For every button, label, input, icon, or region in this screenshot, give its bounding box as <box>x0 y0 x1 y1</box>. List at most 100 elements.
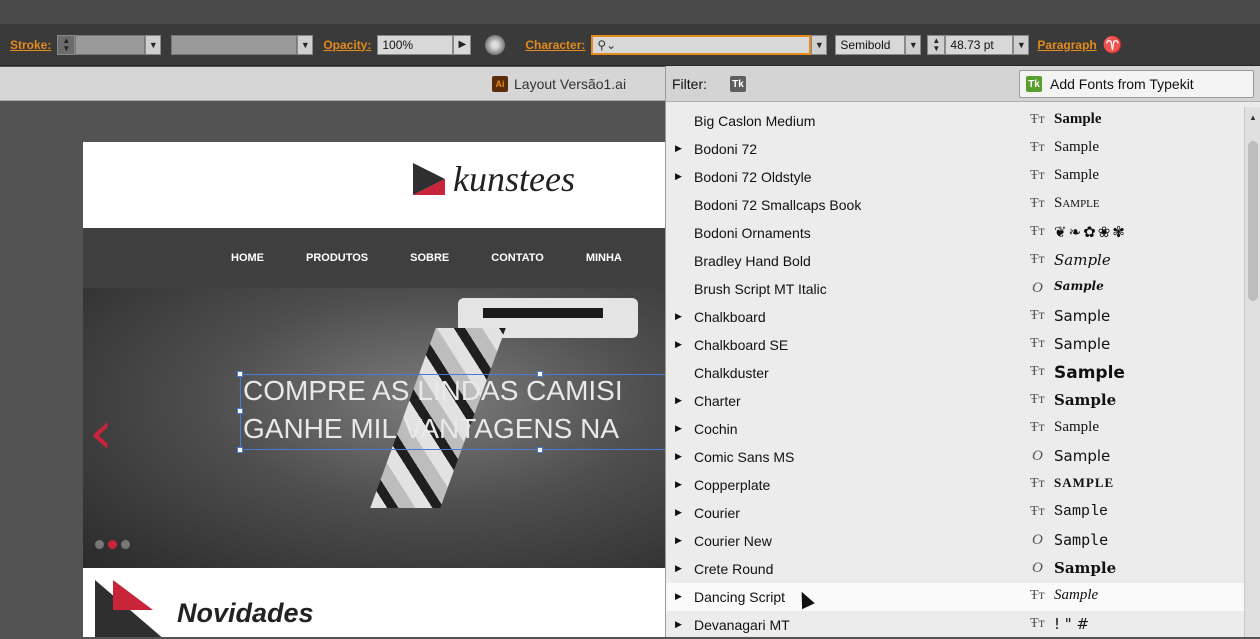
font-name: Charter <box>694 393 741 409</box>
font-list-item[interactable]: Bradley Hand Bold Ŧт Sample <box>666 247 1244 275</box>
nav-item-home[interactable]: HOME <box>231 252 264 264</box>
font-list-item[interactable]: ▶ Charter Ŧт Sample <box>666 387 1244 415</box>
font-search-input[interactable]: ⚲⌄ <box>591 34 812 55</box>
font-name: Chalkduster <box>694 365 769 381</box>
search-icon: ⚲⌄ <box>597 37 617 52</box>
font-size-stepper[interactable]: ▲ ▼ <box>927 34 946 55</box>
logo-text: kunstees <box>453 159 575 199</box>
nav-item-sobre[interactable]: SOBRE <box>410 252 449 264</box>
truetype-font-icon: Ŧт <box>1030 392 1045 407</box>
text-selection-box[interactable] <box>240 374 665 450</box>
add-fonts-typekit-button[interactable]: Tk Add Fonts from Typekit <box>1019 70 1254 98</box>
typekit-filter-icon[interactable]: Tk <box>730 76 746 92</box>
control-bar: Stroke: ▲ ▼ ▼ ▼ Opacity: 100% ▶ Character… <box>0 24 1260 66</box>
font-list-item[interactable]: Bodoni 72 Smallcaps Book Ŧт Sample <box>666 191 1244 219</box>
expand-triangle-icon[interactable]: ▶ <box>675 479 682 490</box>
stroke-stepper[interactable]: ▲ ▼ <box>57 34 76 55</box>
expand-triangle-icon[interactable]: ▶ <box>675 171 682 182</box>
selection-handle[interactable] <box>237 408 243 414</box>
expand-triangle-icon[interactable]: ▶ <box>675 591 682 602</box>
expand-triangle-icon[interactable]: ▶ <box>675 451 682 462</box>
font-list-item[interactable]: ▶ Comic Sans MS O Sample <box>666 443 1244 471</box>
font-sample: ❦❧✿❀✾ <box>1054 223 1127 241</box>
section-accent-icon <box>113 580 153 610</box>
character-label[interactable]: Character: <box>525 38 585 52</box>
font-sample: Sample <box>1054 587 1099 603</box>
font-sample: Sample <box>1054 111 1102 127</box>
font-list-item[interactable]: ▶ Crete Round O Sample <box>666 555 1244 583</box>
expand-triangle-icon[interactable]: ▶ <box>675 311 682 322</box>
variable-width-field[interactable] <box>171 34 298 55</box>
expand-triangle-icon[interactable]: ▶ <box>675 395 682 406</box>
font-name: Crete Round <box>694 561 774 577</box>
font-sample: Sample <box>1054 251 1111 269</box>
site-nav: HOME PRODUTOS SOBRE CONTATO MINHA <box>83 228 665 288</box>
font-family-dropdown[interactable]: ▼ <box>811 34 828 55</box>
paragraph-label[interactable]: Paragraph <box>1037 38 1096 52</box>
font-list-item[interactable]: ▶ Cochin Ŧт Sample <box>666 415 1244 443</box>
selection-handle[interactable] <box>537 371 543 377</box>
artboard[interactable]: kunstees HOME PRODUTOS SOBRE CONTATO MIN… <box>83 142 665 637</box>
canvas-area[interactable]: kunstees HOME PRODUTOS SOBRE CONTATO MIN… <box>0 102 665 637</box>
font-sample: Sample <box>1054 503 1109 520</box>
font-list-item[interactable]: Big Caslon Medium Ŧт Sample <box>666 107 1244 135</box>
font-list-item[interactable]: ▶ Devanagari MT Ŧт ! " # <box>666 611 1244 639</box>
font-list-item[interactable]: ▶ Chalkboard SE Ŧт Sample <box>666 331 1244 359</box>
opacity-label[interactable]: Opacity: <box>323 38 371 52</box>
nav-item-minha[interactable]: MINHA <box>586 252 622 264</box>
truetype-font-icon: Ŧт <box>1030 476 1045 491</box>
stroke-label[interactable]: Stroke: <box>10 38 51 52</box>
font-list-item[interactable]: Brush Script MT Italic O Sample <box>666 275 1244 303</box>
variable-width-dropdown[interactable]: ▼ <box>297 34 314 55</box>
carousel-dot-active[interactable] <box>108 540 117 549</box>
document-tab[interactable]: Ai Layout Versão1.ai <box>492 76 626 92</box>
font-list-item[interactable]: ▶ Copperplate Ŧт SAMPLE <box>666 471 1244 499</box>
expand-triangle-icon[interactable]: ▶ <box>675 423 682 434</box>
font-list-item[interactable]: ▶ Courier Ŧт Sample <box>666 499 1244 527</box>
opacity-slider-button[interactable]: ▶ <box>453 34 472 55</box>
font-filter-row: Filter: Tk Tk Add Fonts from Typekit <box>666 66 1260 102</box>
expand-triangle-icon[interactable]: ▶ <box>675 535 682 546</box>
stroke-weight-dropdown[interactable]: ▼ <box>145 34 162 55</box>
font-style-field[interactable]: Semibold <box>835 34 906 55</box>
recolor-icon[interactable] <box>485 34 506 55</box>
expand-triangle-icon[interactable]: ▶ <box>675 619 682 630</box>
nav-item-contato[interactable]: CONTATO <box>491 252 544 264</box>
nav-item-produtos[interactable]: PRODUTOS <box>306 252 368 264</box>
font-list-item[interactable]: ▶ Dancing Script Ŧт Sample <box>666 583 1244 611</box>
expand-triangle-icon[interactable]: ▶ <box>675 143 682 154</box>
truetype-font-icon: Ŧт <box>1030 224 1045 239</box>
font-list-scrollbar[interactable]: ▲ <box>1244 107 1260 637</box>
scroll-up-arrow[interactable]: ▲ <box>1249 113 1257 122</box>
font-list-item[interactable]: Chalkduster Ŧт Sample <box>666 359 1244 387</box>
font-list-item[interactable]: ▶ Courier New O Sample <box>666 527 1244 555</box>
scrollbar-thumb[interactable] <box>1248 141 1258 301</box>
expand-triangle-icon[interactable]: ▶ <box>675 507 682 518</box>
font-size-input[interactable]: 48.73 pt <box>945 34 1014 55</box>
expand-triangle-icon[interactable]: ▶ <box>675 563 682 574</box>
truetype-font-icon: Ŧт <box>1030 364 1045 379</box>
font-family-panel: Filter: Tk Tk Add Fonts from Typekit Big… <box>665 66 1260 637</box>
selection-handle[interactable] <box>237 447 243 453</box>
selection-handle[interactable] <box>237 371 243 377</box>
selection-handle[interactable] <box>537 447 543 453</box>
font-style-dropdown[interactable]: ▼ <box>905 34 922 55</box>
carousel-dot[interactable] <box>121 540 130 549</box>
chevron-left-icon[interactable]: ‹ <box>89 398 113 468</box>
font-list-item[interactable]: ▶ Bodoni 72 Oldstyle Ŧт Sample <box>666 163 1244 191</box>
font-name: Cochin <box>694 421 738 437</box>
font-list-item[interactable]: ▶ Bodoni 72 Ŧт Sample <box>666 135 1244 163</box>
truetype-font-icon: Ŧт <box>1030 140 1045 155</box>
font-size-dropdown[interactable]: ▼ <box>1013 34 1030 55</box>
font-name: Dancing Script <box>694 589 786 605</box>
font-name: Courier New <box>694 533 772 549</box>
opacity-input[interactable]: 100% <box>377 34 454 55</box>
opentype-font-icon: O <box>1032 532 1043 548</box>
expand-triangle-icon[interactable]: ▶ <box>675 339 682 350</box>
stroke-weight-field[interactable] <box>75 34 146 55</box>
font-list-item[interactable]: ▶ Chalkboard Ŧт Sample <box>666 303 1244 331</box>
truetype-font-icon: Ŧт <box>1030 420 1045 435</box>
carousel-dot[interactable] <box>95 540 104 549</box>
font-list-item[interactable]: Bodoni Ornaments Ŧт ❦❧✿❀✾ <box>666 219 1244 247</box>
glyphs-icon[interactable]: ♈ <box>1103 35 1123 55</box>
